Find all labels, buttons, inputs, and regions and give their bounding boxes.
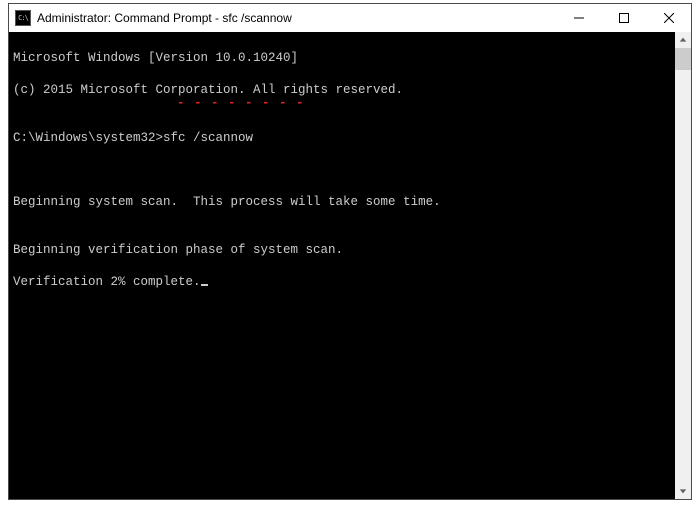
output-line: Beginning system scan. This process will… [13,194,687,210]
output-line: Microsoft Windows [Version 10.0.10240] [13,50,687,66]
output-line: Beginning verification phase of system s… [13,242,687,258]
minimize-button[interactable] [556,4,601,32]
scrollbar-thumb[interactable] [675,48,691,70]
window-title: Administrator: Command Prompt - sfc /sca… [37,11,556,25]
titlebar[interactable]: C:\ Administrator: Command Prompt - sfc … [9,4,691,32]
maximize-button[interactable] [601,4,646,32]
command-line: C:\Windows\system32>sfc /scannow [13,130,687,146]
terminal-area[interactable]: Microsoft Windows [Version 10.0.10240] (… [9,32,691,499]
output-line: Verification 2% complete. [13,274,687,290]
terminal-output: Microsoft Windows [Version 10.0.10240] (… [9,32,691,324]
vertical-scrollbar[interactable] [675,32,691,499]
close-button[interactable] [646,4,691,32]
scrollbar-up-button[interactable] [675,32,691,48]
cursor-icon [201,284,208,286]
window-controls [556,4,691,32]
output-line: (c) 2015 Microsoft Corporation. All righ… [13,82,687,98]
command-prompt-window: C:\ Administrator: Command Prompt - sfc … [8,3,692,500]
highlight-underline: - - - - - - - - [177,96,305,110]
scrollbar-down-button[interactable] [675,483,691,499]
cmd-icon: C:\ [15,10,31,26]
